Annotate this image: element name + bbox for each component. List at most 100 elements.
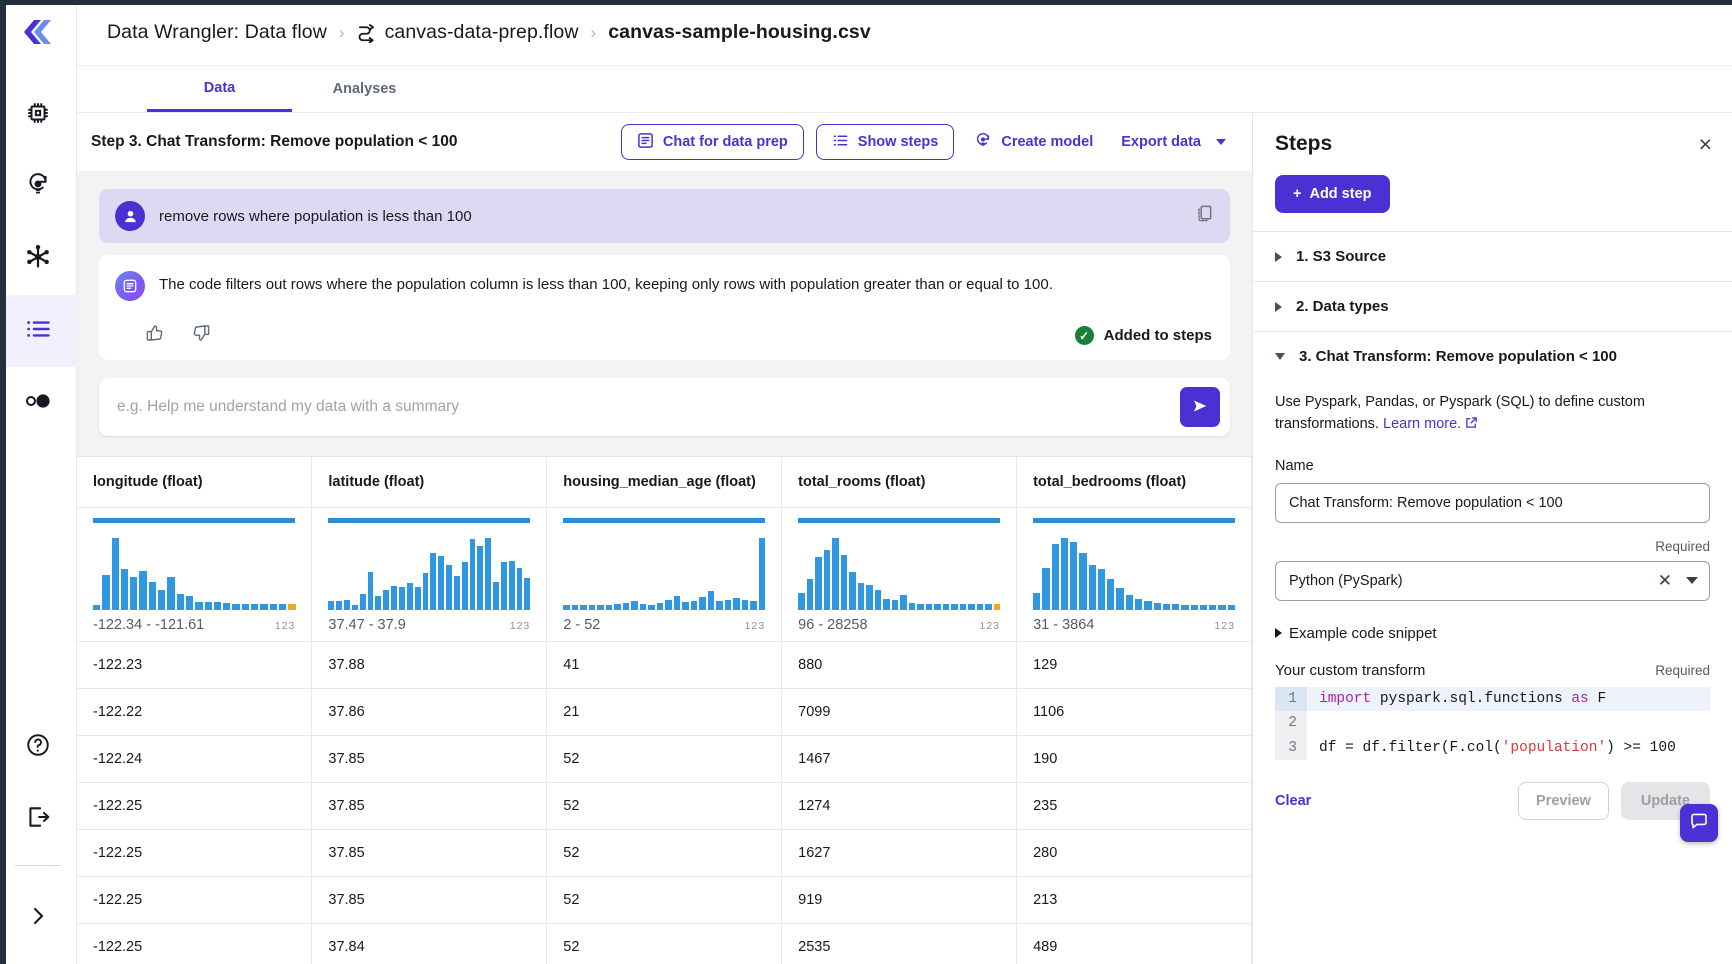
chevron-down-icon	[1686, 577, 1698, 584]
create-model-button[interactable]: Create model	[966, 124, 1101, 160]
user-avatar-icon	[115, 201, 145, 231]
thumbs-down-icon[interactable]	[191, 323, 211, 348]
histogram-footer: -122.34 - -121.61123	[93, 617, 295, 633]
tab-data[interactable]: Data	[147, 66, 292, 112]
histogram-bar	[93, 605, 100, 610]
column-header[interactable]: longitude (float)	[77, 457, 312, 507]
code-text	[1307, 711, 1328, 735]
histogram-bar	[195, 602, 202, 610]
histogram-bar	[725, 600, 732, 610]
histogram-bar	[699, 597, 706, 610]
histogram-bar	[883, 599, 890, 610]
copy-icon[interactable]	[1195, 204, 1214, 228]
column-header[interactable]: latitude (float)	[312, 457, 547, 507]
column-header[interactable]: total_bedrooms (float)	[1017, 457, 1252, 507]
chat-input[interactable]	[117, 398, 1180, 416]
histogram-bar	[1098, 569, 1105, 610]
histogram-bar	[368, 572, 374, 610]
histogram-bar	[112, 538, 119, 610]
histogram-bar	[1209, 605, 1216, 610]
table-cell: 37.86	[312, 688, 547, 735]
step-row-chat-transform[interactable]: 3. Chat Transform: Remove population < 1…	[1253, 331, 1732, 381]
column-header[interactable]: housing_median_age (float)	[547, 457, 782, 507]
table-row[interactable]: -122.2237.862170991106	[77, 688, 1252, 735]
table-row[interactable]: -122.2537.84522535489	[77, 923, 1252, 964]
table-row[interactable]: -122.2537.85521274235	[77, 782, 1252, 829]
send-button[interactable]	[1180, 387, 1220, 427]
steps-panel: Steps × + Add step 1. S3 Source 2. Data …	[1252, 113, 1732, 964]
sidebar-item-logout[interactable]	[0, 783, 77, 855]
language-select[interactable]: Python (PySpark) ✕	[1275, 561, 1710, 601]
chat-for-data-prep-button[interactable]: Chat for data prep	[621, 124, 804, 160]
table-row[interactable]: -122.2537.85521627280	[77, 829, 1252, 876]
left-rail	[0, 0, 77, 964]
sidebar-item-help[interactable]	[0, 711, 77, 783]
chevron-right-icon	[1275, 302, 1282, 312]
table-cell: 2535	[782, 923, 1017, 964]
table-row[interactable]: -122.2437.85521467190	[77, 735, 1252, 782]
close-icon[interactable]: ×	[1699, 133, 1712, 156]
histogram-bar	[657, 603, 664, 610]
step-label-2: 2. Data types	[1296, 298, 1389, 315]
data-table-body: -122.2337.8841880129-122.2237.8621709911…	[77, 641, 1252, 964]
code-text: import pyspark.sql.functions as F	[1307, 687, 1606, 711]
line-number: 3	[1275, 736, 1307, 760]
histogram-bar	[858, 583, 865, 610]
learn-more-link[interactable]: Learn more.	[1383, 416, 1461, 432]
code-editor[interactable]: 1import pyspark.sql.functions as F2 3df …	[1275, 687, 1710, 760]
chevron-right-icon	[1275, 628, 1282, 638]
export-data-button[interactable]: Export data	[1113, 124, 1234, 160]
thumbs-up-icon[interactable]	[145, 323, 165, 348]
sidebar-item-pipelines[interactable]	[0, 223, 77, 295]
sidebar-item-deployments[interactable]	[0, 367, 77, 439]
histogram-bar	[524, 578, 530, 610]
histogram-bars	[798, 535, 1000, 610]
table-cell: 235	[1017, 782, 1252, 829]
tab-analyses[interactable]: Analyses	[292, 66, 437, 112]
name-field[interactable]	[1275, 483, 1710, 523]
step-row-s3-source[interactable]: 1. S3 Source	[1253, 231, 1732, 281]
histogram-footer: 96 - 28258123	[798, 617, 1000, 633]
lightbulb-refresh-icon	[25, 172, 51, 203]
sagemaker-logo-icon[interactable]	[22, 18, 54, 53]
clear-selection-icon[interactable]: ✕	[1658, 571, 1672, 591]
histogram-bar	[344, 600, 350, 610]
histogram-bar	[589, 605, 596, 610]
sidebar-item-data-wrangler[interactable]	[0, 295, 77, 367]
code-text: df = df.filter(F.col('population') >= 10…	[1307, 736, 1676, 760]
breadcrumb-root[interactable]: Data Wrangler: Data flow	[107, 21, 327, 44]
sidebar-item-jumpstart[interactable]	[0, 151, 77, 223]
rail-dark-edge	[0, 0, 6, 964]
table-row[interactable]: -122.2537.8552919213	[77, 876, 1252, 923]
histogram-bar	[798, 593, 805, 610]
step-row-data-types[interactable]: 2. Data types	[1253, 281, 1732, 331]
histogram-bar	[1172, 604, 1179, 610]
histogram-bar	[352, 605, 358, 610]
histogram-top-bar	[798, 518, 1000, 523]
table-row[interactable]: -122.2337.8841880129	[77, 641, 1252, 688]
clear-button[interactable]: Clear	[1275, 793, 1311, 809]
histogram-bar	[517, 568, 523, 610]
histogram-bar	[849, 572, 856, 610]
breadcrumb-current: canvas-sample-housing.csv	[608, 21, 871, 44]
histogram-bar	[708, 591, 715, 610]
feedback-chat-button[interactable]	[1680, 804, 1718, 842]
column-header[interactable]: total_rooms (float)	[782, 457, 1017, 507]
example-code-snippet-label: Example code snippet	[1289, 625, 1437, 642]
sidebar-item-chip[interactable]	[0, 79, 77, 151]
histogram-bar	[509, 561, 515, 610]
histogram-bar	[336, 601, 342, 610]
histogram-bar	[186, 596, 193, 610]
show-steps-button[interactable]: Show steps	[816, 124, 955, 160]
breadcrumb-flow[interactable]: canvas-data-prep.flow	[385, 21, 579, 44]
column-histogram: -122.34 - -121.61123	[77, 507, 312, 641]
histogram-bar	[130, 577, 137, 610]
example-code-snippet-toggle[interactable]: Example code snippet	[1275, 625, 1710, 642]
add-step-button[interactable]: + Add step	[1275, 175, 1390, 213]
preview-button[interactable]: Preview	[1518, 782, 1609, 820]
column-header-row: longitude (float)latitude (float)housing…	[77, 457, 1252, 507]
histogram-footer: 31 - 3864123	[1033, 617, 1235, 633]
added-to-steps-label: Added to steps	[1104, 327, 1212, 344]
data-table-area[interactable]: longitude (float)latitude (float)housing…	[77, 456, 1252, 964]
sidebar-expand-button[interactable]	[0, 882, 77, 954]
